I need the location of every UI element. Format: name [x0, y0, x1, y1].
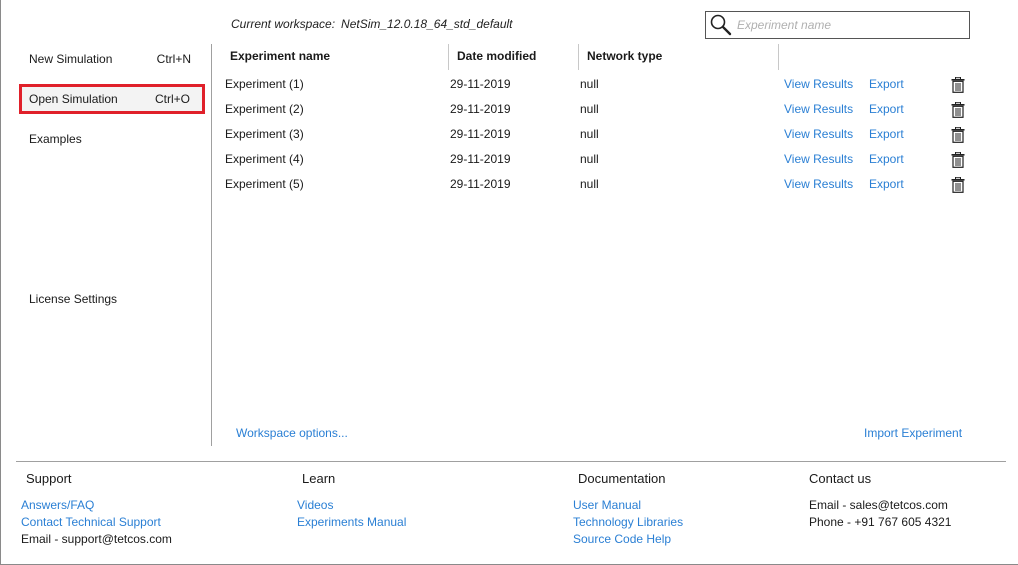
- footer-support-links: Answers/FAQ Contact Technical Support Em…: [21, 497, 172, 548]
- trash-icon[interactable]: [951, 102, 965, 118]
- footer-contact-title: Contact us: [809, 471, 872, 486]
- view-results-link[interactable]: View Results: [784, 72, 853, 97]
- sidebar-item-new-simulation[interactable]: New Simulation Ctrl+N: [19, 46, 205, 72]
- export-link[interactable]: Export: [869, 172, 904, 197]
- search-box[interactable]: [705, 11, 970, 39]
- table-row[interactable]: Experiment (1) 29-11-2019 null View Resu…: [222, 72, 982, 97]
- phone-number: Phone - +91 767 605 4321: [809, 515, 952, 529]
- trash-icon[interactable]: [951, 177, 965, 193]
- sidebar-item-label: Examples: [29, 132, 82, 146]
- footer-support: Support: [26, 471, 72, 497]
- footer-divider: [16, 461, 1006, 462]
- source-code-help-link[interactable]: Source Code Help: [573, 531, 683, 548]
- sidebar-divider: [211, 44, 212, 446]
- network-type-cell: null: [580, 152, 599, 166]
- date-modified-cell: 29-11-2019: [450, 152, 511, 166]
- table-row[interactable]: Experiment (3) 29-11-2019 null View Resu…: [222, 122, 982, 147]
- export-link[interactable]: Export: [869, 122, 904, 147]
- current-workspace: Current workspace: NetSim_12.0.18_64_std_…: [231, 17, 513, 31]
- footer-learn: Learn: [302, 471, 335, 497]
- view-results-link[interactable]: View Results: [784, 122, 853, 147]
- date-modified-cell: 29-11-2019: [450, 127, 511, 141]
- date-modified-cell: 29-11-2019: [450, 77, 511, 91]
- search-input[interactable]: [737, 18, 957, 32]
- sidebar: New Simulation Ctrl+N Open Simulation Ct…: [16, 42, 210, 447]
- column-header-date-modified[interactable]: Date modified: [448, 44, 578, 70]
- network-type-cell: null: [580, 127, 599, 141]
- experiment-name-cell: Experiment (3): [225, 127, 304, 141]
- workspace-label: Current workspace:: [231, 17, 336, 31]
- trash-icon[interactable]: [951, 152, 965, 168]
- search-icon: [710, 14, 732, 36]
- user-manual-link[interactable]: User Manual: [573, 497, 683, 514]
- trash-icon[interactable]: [951, 127, 965, 143]
- answers-faq-link[interactable]: Answers/FAQ: [21, 497, 172, 514]
- workspace-name: NetSim_12.0.18_64_std_default: [341, 17, 513, 31]
- view-results-link[interactable]: View Results: [784, 172, 853, 197]
- sidebar-item-license-settings[interactable]: License Settings: [19, 286, 205, 312]
- sidebar-item-examples[interactable]: Examples: [19, 126, 205, 152]
- view-results-link[interactable]: View Results: [784, 97, 853, 122]
- sidebar-item-shortcut: Ctrl+N: [156, 52, 191, 66]
- footer-documentation-links: User Manual Technology Libraries Source …: [573, 497, 683, 548]
- sidebar-item-label: Open Simulation: [29, 92, 118, 106]
- column-header-network-type[interactable]: Network type: [578, 44, 778, 70]
- table-row[interactable]: Experiment (4) 29-11-2019 null View Resu…: [222, 147, 982, 172]
- support-email: Email - support@tetcos.com: [21, 532, 172, 546]
- videos-link[interactable]: Videos: [297, 497, 406, 514]
- view-results-link[interactable]: View Results: [784, 147, 853, 172]
- experiment-name-cell: Experiment (2): [225, 102, 304, 116]
- sidebar-item-shortcut: Ctrl+O: [154, 92, 190, 106]
- export-link[interactable]: Export: [869, 147, 904, 172]
- import-experiment-link[interactable]: Import Experiment: [864, 426, 962, 440]
- table-row[interactable]: Experiment (5) 29-11-2019 null View Resu…: [222, 172, 982, 197]
- export-link[interactable]: Export: [869, 97, 904, 122]
- network-type-cell: null: [580, 177, 599, 191]
- table-row[interactable]: Experiment (2) 29-11-2019 null View Resu…: [222, 97, 982, 122]
- footer-learn-links: Videos Experiments Manual: [297, 497, 406, 531]
- trash-icon[interactable]: [951, 77, 965, 93]
- column-separator: [778, 44, 779, 70]
- contact-support-link[interactable]: Contact Technical Support: [21, 514, 172, 531]
- footer-support-title: Support: [26, 471, 72, 486]
- network-type-cell: null: [580, 77, 599, 91]
- experiments-manual-link[interactable]: Experiments Manual: [297, 514, 406, 531]
- experiment-name-cell: Experiment (4): [225, 152, 304, 166]
- network-type-cell: null: [580, 102, 599, 116]
- footer-contact-details: Email - sales@tetcos.com Phone - +91 767…: [809, 497, 951, 531]
- sidebar-item-label: New Simulation: [29, 52, 113, 66]
- sidebar-item-open-simulation[interactable]: Open Simulation Ctrl+O: [19, 84, 205, 114]
- experiment-name-cell: Experiment (5): [225, 177, 304, 191]
- export-link[interactable]: Export: [869, 72, 904, 97]
- date-modified-cell: 29-11-2019: [450, 177, 511, 191]
- date-modified-cell: 29-11-2019: [450, 102, 511, 116]
- technology-libraries-link[interactable]: Technology Libraries: [573, 514, 683, 531]
- workspace-options-link[interactable]: Workspace options...: [236, 426, 348, 440]
- column-header-experiment-name[interactable]: Experiment name: [222, 44, 448, 70]
- footer-documentation: Documentation: [578, 471, 665, 497]
- sidebar-item-label: License Settings: [29, 292, 118, 306]
- footer-learn-title: Learn: [302, 471, 336, 486]
- experiment-name-cell: Experiment (1): [225, 77, 304, 91]
- footer-documentation-title: Documentation: [578, 471, 666, 486]
- footer-contact: Contact us: [809, 471, 871, 497]
- sales-email: Email - sales@tetcos.com: [809, 498, 948, 512]
